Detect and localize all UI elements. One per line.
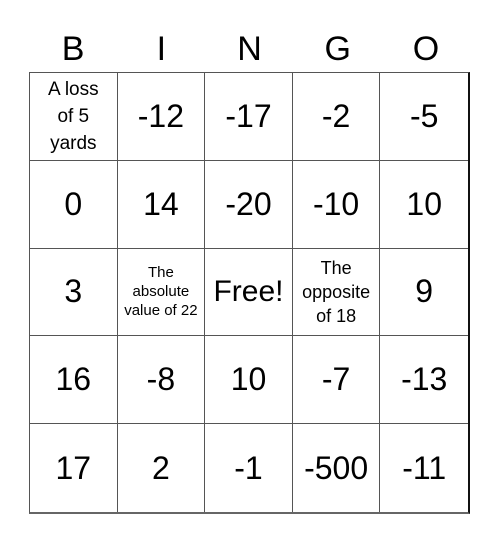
bingo-cell[interactable]: -10 xyxy=(292,160,381,249)
cell-text: The opposite of 18 xyxy=(302,257,371,326)
cell-text: -12 xyxy=(137,97,185,134)
bingo-cell[interactable]: The absolute value of 22 xyxy=(117,248,206,337)
header-letter-o: O xyxy=(412,30,440,68)
bingo-cell[interactable]: -500 xyxy=(293,424,381,512)
cell-text: 16 xyxy=(55,361,92,398)
cell-text: 9 xyxy=(415,273,434,310)
cell-text: -10 xyxy=(312,185,360,222)
cell-text: -13 xyxy=(401,361,448,398)
cell-text: 0 xyxy=(64,185,83,222)
bingo-cell[interactable]: -11 xyxy=(380,424,468,512)
cell-text: -2 xyxy=(321,97,351,134)
bingo-cell[interactable]: -2 xyxy=(292,73,381,161)
bingo-cell[interactable]: -8 xyxy=(117,336,206,425)
bingo-cell[interactable]: -1 xyxy=(205,424,293,512)
bingo-grid: A loss of 5 yards -12 -17 -2 -5 0 14 -20 -10 10 3 T… xyxy=(29,72,470,514)
bingo-cell[interactable]: 9 xyxy=(380,249,468,337)
bingo-cell[interactable]: 2 xyxy=(118,424,206,512)
bingo-cell[interactable]: 14 xyxy=(117,160,206,249)
bingo-header: B I N G O xyxy=(29,26,470,72)
bingo-cell[interactable]: -17 xyxy=(205,73,293,161)
cell-text: -11 xyxy=(402,449,447,486)
cell-text: -5 xyxy=(409,97,439,134)
cell-text: 3 xyxy=(64,273,83,310)
cell-text: 14 xyxy=(143,185,179,222)
cell-text: -1 xyxy=(234,449,263,486)
bingo-cell[interactable]: -7 xyxy=(292,336,381,425)
bingo-cell[interactable]: -20 xyxy=(205,160,293,249)
bingo-cell[interactable]: -13 xyxy=(380,336,468,425)
bingo-cell[interactable]: -12 xyxy=(117,73,206,161)
bingo-cell[interactable]: 3 xyxy=(30,248,118,337)
bingo-cell[interactable]: 0 xyxy=(30,160,118,249)
cell-text: Free! xyxy=(213,274,284,308)
header-letter-g: G xyxy=(324,30,351,68)
cell-text: -500 xyxy=(304,449,369,486)
header-letter-i: I xyxy=(156,30,167,68)
cell-text: 17 xyxy=(55,449,92,486)
bingo-cell[interactable]: The opposite of 18 xyxy=(292,248,381,337)
header-letter-n: N xyxy=(237,30,262,68)
cell-text: 10 xyxy=(230,361,267,398)
cell-text: 10 xyxy=(406,185,442,222)
bingo-cell[interactable]: 17 xyxy=(30,424,118,512)
cell-text: -8 xyxy=(146,361,176,398)
header-letter-b: B xyxy=(61,30,85,68)
free-space-cell[interactable]: Free! xyxy=(205,248,293,337)
bingo-cell[interactable]: -5 xyxy=(380,73,468,161)
cell-text: A loss of 5 yards xyxy=(47,78,99,154)
bingo-cell[interactable]: 16 xyxy=(30,336,118,425)
cell-text: -17 xyxy=(225,97,272,134)
bingo-cell[interactable]: 10 xyxy=(205,336,293,425)
bingo-cell[interactable]: 10 xyxy=(380,161,468,249)
cell-text: -7 xyxy=(321,361,351,398)
cell-text: 2 xyxy=(151,449,170,486)
cell-text: -20 xyxy=(225,185,272,222)
cell-text: The absolute value of 22 xyxy=(124,264,198,320)
bingo-cell[interactable]: A loss of 5 yards xyxy=(30,73,118,161)
